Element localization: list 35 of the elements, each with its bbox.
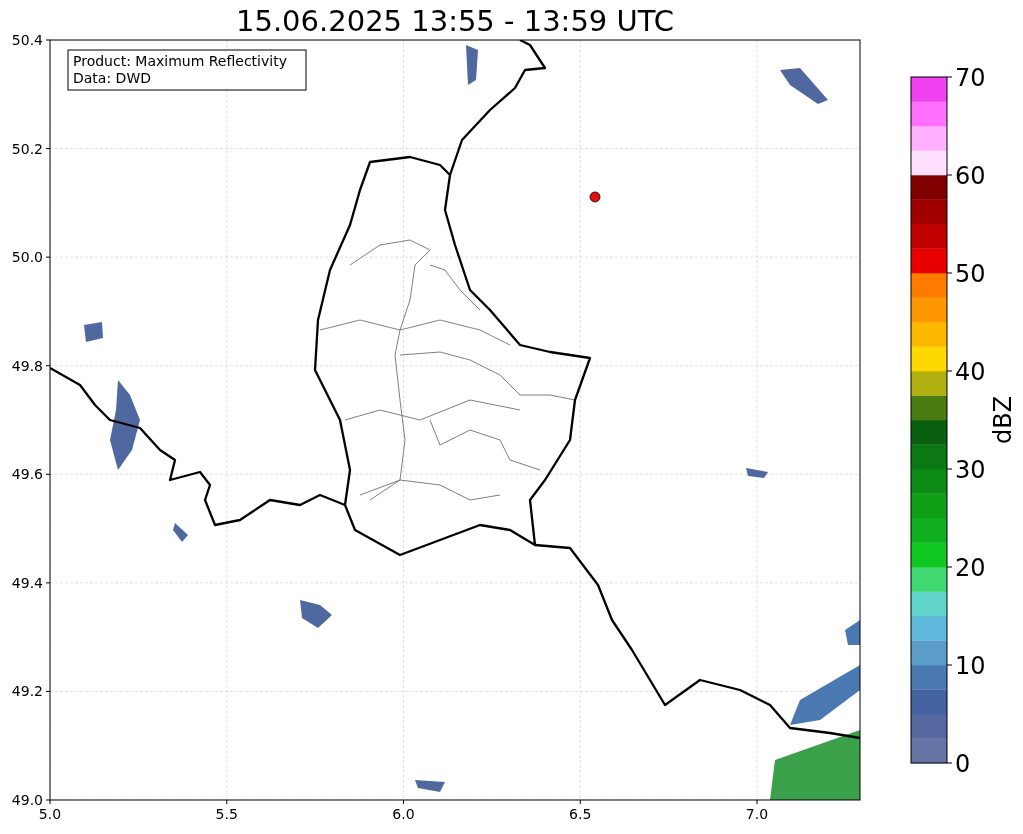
radar-echo [780,68,828,104]
radar-echo [790,665,860,725]
x-axis-tick-label: 6.0 [392,806,415,822]
radar-echo [173,523,188,542]
colorbar-tick-label: 10 [955,652,986,680]
colorbar-label: dBZ [989,395,1017,445]
radar-echo [746,468,768,478]
y-axis-tick-label: 50.4 [11,32,43,48]
radar-echo [466,45,478,85]
location-marker [589,191,601,203]
y-axis-tick-label: 49.0 [11,792,43,808]
y-axis-tick-label: 50.0 [11,249,43,266]
x-axis-tick-label: 6.5 [569,806,592,822]
colorbar-tick-label: 60 [955,162,986,190]
x-axis-tick-label: 5.5 [215,806,238,822]
y-axis-tick-label: 49.2 [11,683,43,700]
legend-text: Data: DWD [73,70,151,86]
x-axis-tick-label: 5.0 [38,806,62,822]
radar-echo [415,780,445,792]
colorbar-tick-label: 30 [955,456,986,484]
colorbar-tick-label: 70 [955,64,986,92]
x-axis-tick-label: 7.0 [745,806,769,822]
radar-echo [84,322,103,342]
chart-title: 15.06.2025 13:55 - 13:59 UTC [236,4,674,38]
colorbar-tick-label: 20 [955,554,986,582]
y-axis-tick-label: 49.4 [11,574,43,591]
y-axis-tick-label: 49.8 [11,357,43,374]
y-axis-tick-label: 50.2 [11,140,43,157]
colorbar-tick-label: 50 [955,260,986,288]
colorbar-tick-label: 0 [955,750,971,778]
y-axis-tick-label: 49.6 [11,466,43,483]
radar-echo [845,620,860,645]
colorbar-tick-label: 40 [955,358,986,386]
legend-text: Product: Maximum Reflectivity [73,53,287,69]
radar-echo [300,600,332,628]
